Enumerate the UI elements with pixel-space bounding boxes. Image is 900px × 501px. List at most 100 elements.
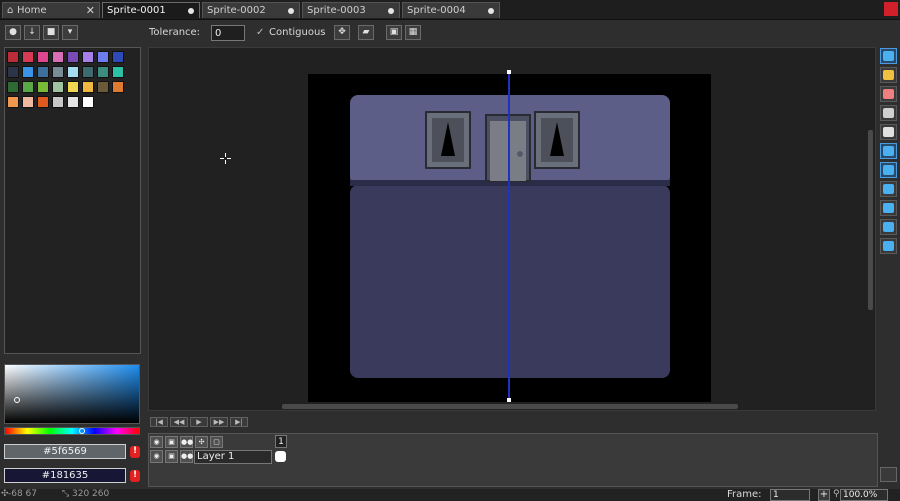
fill-mode-button[interactable]: ▣ [386,25,402,40]
palette-swatch[interactable] [67,96,79,108]
zoom-level-field[interactable]: 100.0% [840,489,888,501]
layer-name[interactable]: Layer 1 [194,450,272,464]
palette-swatch[interactable] [22,51,34,63]
palette-options-button[interactable]: ● [5,25,21,40]
horizontal-scrollbar[interactable] [282,404,738,409]
first-frame-button[interactable]: |◀ [150,417,168,427]
palette-swatch[interactable] [67,81,79,93]
palette-swatch[interactable] [7,51,19,63]
rectangle-tool-button[interactable] [880,200,897,216]
tab-home[interactable]: ⌂ Home ✕ [2,2,100,18]
add-frame-button[interactable]: + [818,489,830,501]
palette-swatch[interactable] [97,81,109,93]
blur-tool-button[interactable] [880,238,897,254]
sprite-size-icon: ⤡ [62,489,70,499]
palette-swatch[interactable] [7,66,19,78]
last-frame-button[interactable]: ▶| [230,417,248,427]
palette-swatch[interactable] [67,51,79,63]
tab-sprite-0002[interactable]: Sprite-0002 [202,2,300,18]
palette-swatch[interactable] [7,96,19,108]
layer-lock-icon[interactable]: ▣ [165,450,178,463]
palette-swatch[interactable] [37,96,49,108]
palette-swatch[interactable] [7,81,19,93]
sample-merged-button[interactable]: ▰ [358,25,374,40]
pencil-icon [883,70,894,80]
palette-swatch[interactable] [97,51,109,63]
palette-swatch[interactable] [52,66,64,78]
lasso-tool-button[interactable] [880,219,897,235]
timeline-toggle-button[interactable] [880,467,897,482]
zoom-icon: ⚲ [833,489,840,499]
palette-swatch[interactable] [52,81,64,93]
palette-swatch[interactable] [112,51,124,63]
lock-icon[interactable]: ▣ [165,436,178,448]
move-tool-button[interactable] [880,143,897,159]
tab-label: Sprite-0004 [407,5,466,16]
palette-sort-button[interactable]: ↓ [24,25,40,40]
layer-cel[interactable] [275,451,286,462]
palette-swatch[interactable] [52,96,64,108]
palette-swatch[interactable] [112,66,124,78]
rectangle-icon [883,203,894,213]
palette-preset-button[interactable]: ■ [43,25,59,40]
unsaved-dot-icon [188,8,194,14]
tab-sprite-0001[interactable]: Sprite-0001 [102,2,200,18]
palette-swatch[interactable] [82,96,94,108]
pencil-tool-button[interactable] [880,67,897,83]
palette-swatch[interactable] [52,51,64,63]
palette-swatch[interactable] [112,81,124,93]
vertical-scrollbar[interactable] [868,130,873,310]
next-frame-button[interactable]: ▶▶ [210,417,228,427]
onion-skin-icon[interactable]: ✣ [195,436,208,448]
eraser-tool-button[interactable] [880,86,897,102]
color-saturation-value-picker[interactable] [4,364,140,424]
tab-sprite-0004[interactable]: Sprite-0004 [402,2,500,18]
palette-swatch[interactable] [67,66,79,78]
zoom-tool-button[interactable] [880,124,897,140]
warning-icon[interactable]: ! [130,446,140,458]
palette-menu-button[interactable]: ▾ [62,25,78,40]
palette-swatch[interactable] [22,96,34,108]
palette-swatch[interactable] [82,51,94,63]
warning-icon[interactable]: ! [130,470,140,482]
color-picker-handle[interactable] [14,397,20,403]
tab-sprite-0003[interactable]: Sprite-0003 [302,2,400,18]
palette-swatch[interactable] [97,66,109,78]
hue-slider-handle[interactable] [79,428,85,434]
frame-number-header[interactable]: 1 [275,435,287,448]
palette-swatch[interactable] [82,81,94,93]
paint-bucket-tool-button[interactable] [880,162,897,178]
pixel-connectivity-button[interactable]: ✥ [334,25,350,40]
secondary-color-field[interactable]: #181635 [4,468,126,483]
palette-swatch[interactable] [37,66,49,78]
unsaved-dot-icon [488,8,494,14]
play-button[interactable]: ▶ [190,417,208,427]
palette-swatch[interactable] [22,66,34,78]
primary-color-field[interactable]: #5f6569 [4,444,126,459]
close-icon[interactable]: ✕ [86,3,95,18]
move-icon [883,146,894,156]
palette-swatch[interactable] [82,66,94,78]
window-close-button[interactable] [884,2,898,16]
link-cels-icon[interactable]: ▢ [210,436,223,448]
contiguous-checkbox[interactable]: ✓ [256,27,264,38]
previous-frame-button[interactable]: ◀◀ [170,417,188,427]
palette-swatch[interactable] [37,81,49,93]
frame-input[interactable]: 1 [770,489,810,501]
line-icon [883,184,894,194]
palette-swatch[interactable] [22,81,34,93]
layer-visibility-eye-icon[interactable]: ◉ [150,450,163,463]
cursor-position: -68 67 [8,489,38,499]
palette-swatch[interactable] [37,51,49,63]
line-tool-button[interactable] [880,181,897,197]
rectangular-marquee-tool-button[interactable] [880,48,897,64]
tolerance-input[interactable] [211,25,245,41]
canvas-area[interactable] [148,47,876,411]
layer-continuous-icon[interactable]: ●● [180,450,193,463]
hue-slider[interactable] [4,427,140,435]
eye-icon[interactable]: ◉ [150,436,163,448]
sprite-canvas[interactable] [149,48,877,412]
continuous-icon[interactable]: ●● [180,436,193,448]
eyedropper-tool-button[interactable] [880,105,897,121]
fill-pattern-button[interactable]: ▦ [405,25,421,40]
